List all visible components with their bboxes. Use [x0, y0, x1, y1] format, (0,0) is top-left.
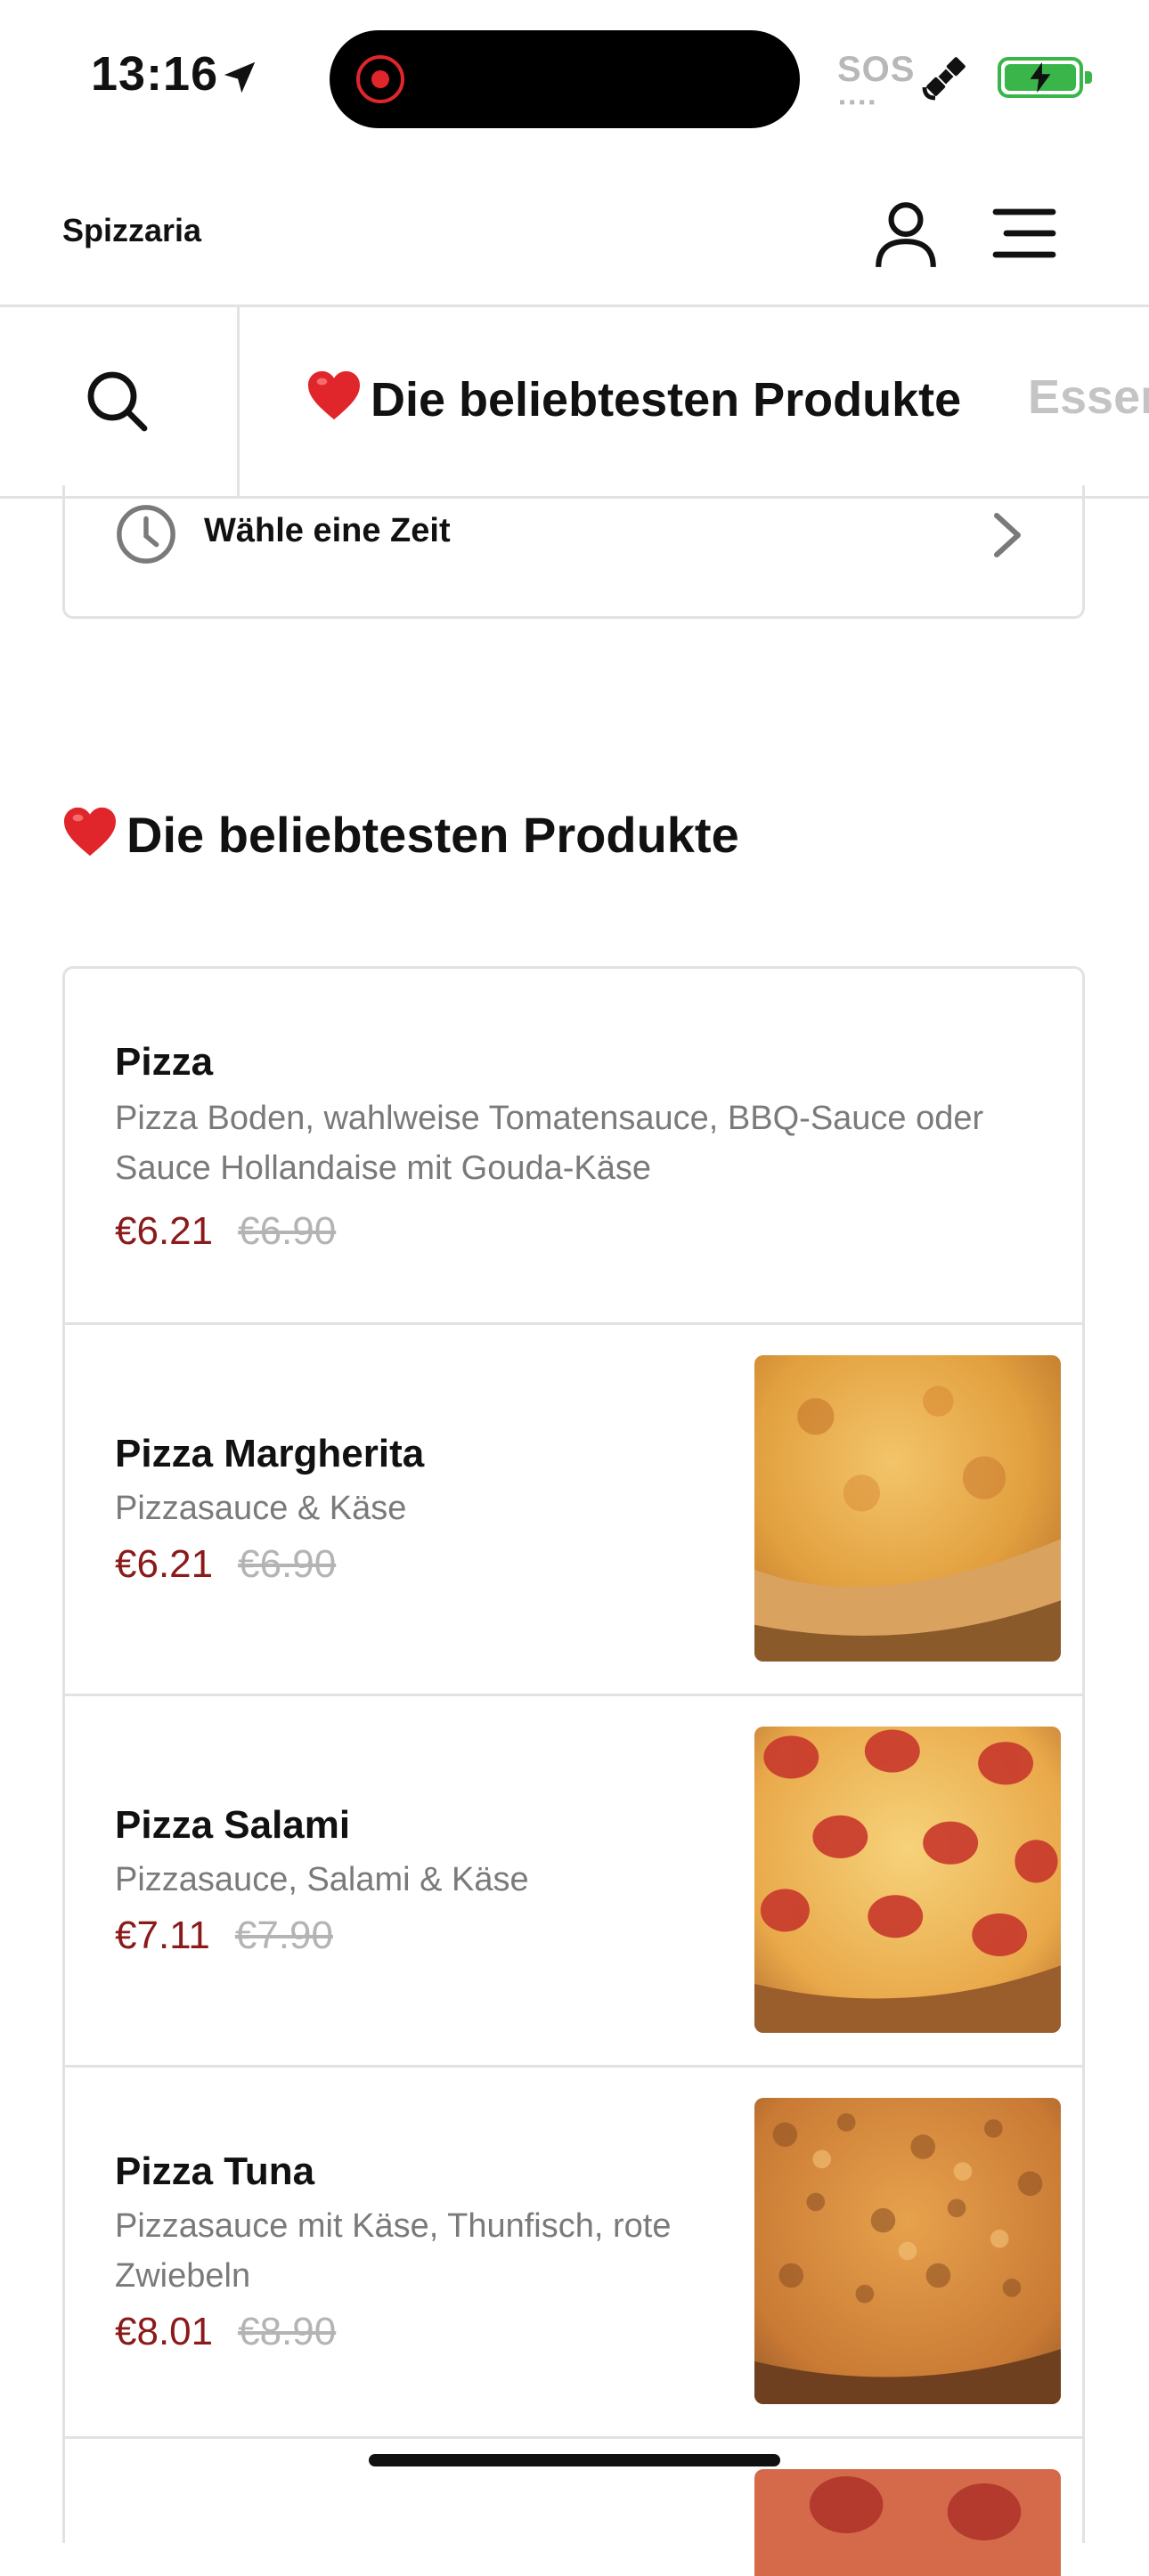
product-image[interactable]: [754, 1727, 1061, 2033]
price-original: €7.90: [234, 1914, 333, 1957]
product-card[interactable]: Pizza Tuna Pizzasauce mit Käse, Thunfisc…: [62, 2065, 1085, 2436]
product-description: Pizzasauce, Salami & Käse: [115, 1861, 529, 1898]
location-arrow-icon: [224, 61, 256, 93]
sos-indicator: SOS: [837, 50, 916, 89]
home-indicator[interactable]: [369, 2454, 780, 2466]
menu-icon[interactable]: [992, 205, 1056, 262]
product-list: Pizza Pizza Boden, wahlweise Tomatensauc…: [62, 966, 1085, 2576]
category-tab-next[interactable]: Essen: [1028, 370, 1149, 425]
product-card[interactable]: Pizza Salami Pizzasauce, Salami & Käse €…: [62, 1694, 1085, 2065]
product-price: €7.11 €7.90: [115, 1914, 333, 1958]
heart-icon: [64, 807, 116, 857]
price-original: €6.90: [238, 1209, 337, 1253]
satellite-icon: [922, 57, 966, 101]
category-tab-label: Die beliebtesten Produkte: [371, 373, 962, 427]
product-price: €6.21 €6.90: [115, 1209, 336, 1254]
heart-icon: [308, 370, 360, 420]
product-image[interactable]: [754, 2098, 1061, 2404]
app-header: Spizzaria: [0, 151, 1149, 307]
chevron-right-icon: [994, 513, 1021, 557]
category-nav: Die beliebtesten Produkte Essen: [0, 307, 1149, 499]
status-bar: 13:16 SOS ▪▪▪▪: [0, 0, 1149, 151]
price-original: €8.90: [238, 2310, 337, 2353]
product-price: €8.01 €8.90: [115, 2310, 336, 2354]
product-price: €6.21 €6.90: [115, 1542, 336, 1587]
status-time: 13:16: [91, 47, 219, 101]
time-selector[interactable]: Wähle eine Zeit: [62, 485, 1085, 619]
product-name: Pizza: [115, 1040, 214, 1084]
price-current: €6.21: [115, 1209, 214, 1253]
price-original: €6.90: [238, 1542, 337, 1586]
product-card[interactable]: [62, 2436, 1085, 2576]
product-card[interactable]: Pizza Pizza Boden, wahlweise Tomatensauc…: [62, 966, 1085, 1322]
brand-name[interactable]: Spizzaria: [62, 212, 201, 249]
product-card[interactable]: Pizza Margherita Pizzasauce & Käse €6.21…: [62, 1322, 1085, 1694]
product-image[interactable]: [754, 2469, 1061, 2576]
section-title: Die beliebtesten Produkte: [62, 806, 739, 864]
category-tab-active[interactable]: Die beliebtesten Produkte: [306, 370, 961, 427]
signal-dots-icon: ▪▪▪▪: [839, 93, 879, 112]
search-button[interactable]: [0, 307, 240, 496]
product-description: Pizzasauce & Käse: [115, 1490, 407, 1527]
product-name: Pizza Tuna: [115, 2149, 315, 2193]
battery-icon: [998, 57, 1092, 98]
user-icon[interactable]: [869, 198, 942, 271]
recording-indicator-icon: [356, 55, 404, 103]
price-current: €7.11: [115, 1914, 210, 1957]
time-selector-label: Wähle eine Zeit: [204, 512, 451, 549]
product-description: Pizzasauce mit Käse, Thunfisch, rote Zwi…: [115, 2207, 672, 2295]
section-title-label: Die beliebtesten Produkte: [126, 807, 739, 863]
product-description: Pizza Boden, wahlweise Tomatensauce, BBQ…: [115, 1100, 984, 1187]
search-icon: [87, 371, 148, 432]
product-image[interactable]: [754, 1355, 1061, 1662]
product-name: Pizza Salami: [115, 1803, 351, 1847]
price-current: €8.01: [115, 2310, 214, 2353]
product-name: Pizza Margherita: [115, 1432, 425, 1475]
price-current: €6.21: [115, 1542, 214, 1586]
clock-icon: [117, 505, 175, 564]
